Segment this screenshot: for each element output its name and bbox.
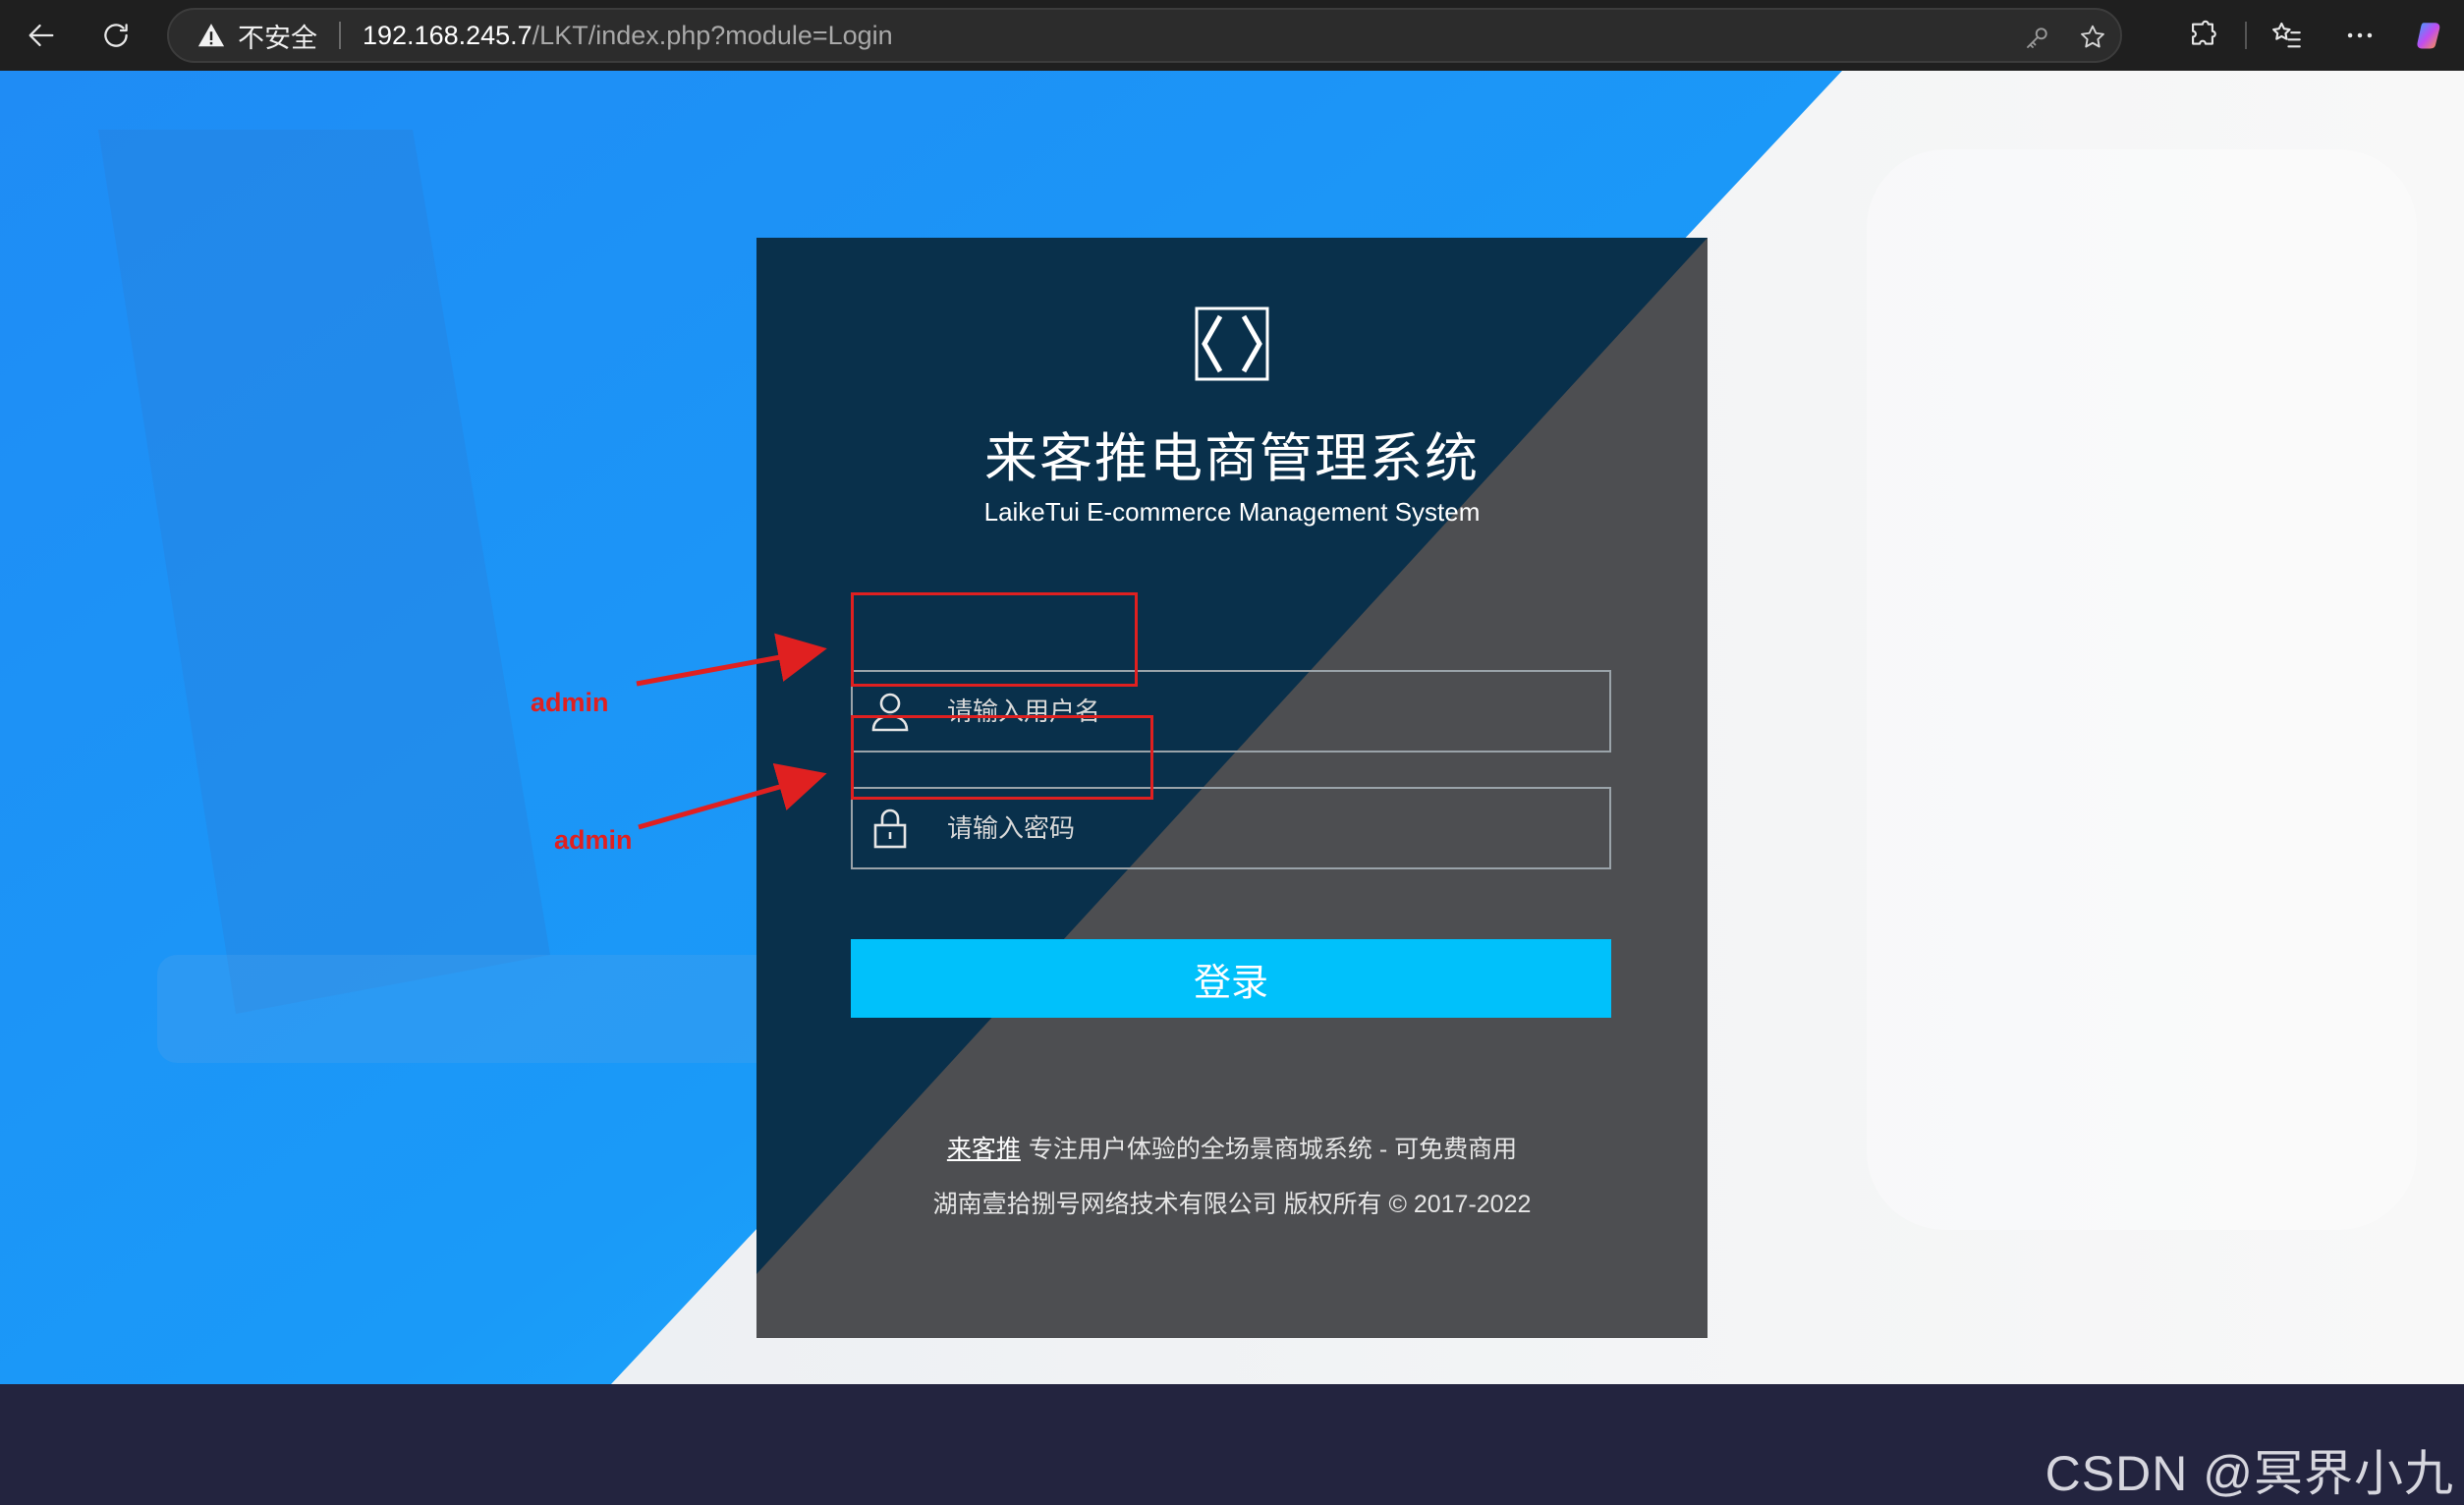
login-button[interactable]: 登录: [851, 939, 1611, 1018]
more-icon[interactable]: [2332, 8, 2387, 63]
code-bracket-logo-icon: [1195, 307, 1269, 381]
copilot-icon[interactable]: [2403, 8, 2458, 63]
password-input[interactable]: [945, 811, 1554, 845]
url-path: /LKT/index.php?module=Login: [532, 20, 893, 50]
username-highlight-box: [851, 592, 1138, 687]
refresh-icon[interactable]: [88, 8, 143, 63]
warning-icon: [197, 24, 225, 47]
brand-link[interactable]: 来客推: [947, 1136, 1021, 1163]
tagline-text: 专注用户体验的全场景商城系统 - 可免费商用: [1028, 1136, 1518, 1163]
favorites-list-icon[interactable]: [2260, 8, 2315, 63]
footer-copyright: 湖南壹拾捌号网络技术有限公司 版权所有 © 2017-2022: [932, 1191, 1532, 1218]
password-hint: admin: [554, 825, 633, 855]
security-status[interactable]: 不安全: [238, 17, 317, 55]
password-highlight-box: [851, 715, 1153, 800]
footer-tagline: 来客推 专注用户体验的全场景商城系统 - 可免费商用: [756, 1130, 1708, 1165]
key-icon[interactable]: [2020, 20, 2055, 55]
toolbar-divider: [2245, 22, 2247, 49]
star-icon[interactable]: [2075, 20, 2110, 55]
puzzle-icon[interactable]: [2175, 8, 2230, 63]
lock-icon: [867, 805, 914, 852]
system-subtitle: LaikeTui E-commerce Management System: [983, 497, 1481, 527]
back-arrow-icon[interactable]: [14, 8, 69, 63]
system-title: 来客推电商管理系统: [984, 429, 1480, 488]
address-separator: [339, 22, 341, 49]
url-host: 192.168.245.7: [363, 20, 532, 50]
address-bar[interactable]: 不安全 192.168.245.7/LKT/index.php?module=L…: [167, 8, 2122, 63]
watermark: CSDN @冥界小九: [2044, 1446, 2454, 1501]
browser-toolbar: 不安全 192.168.245.7/LKT/index.php?module=L…: [0, 0, 2464, 71]
login-page: 来客推电商管理系统 LaikeTui E-commerce Management…: [0, 71, 2464, 1384]
username-hint: admin: [531, 688, 609, 717]
